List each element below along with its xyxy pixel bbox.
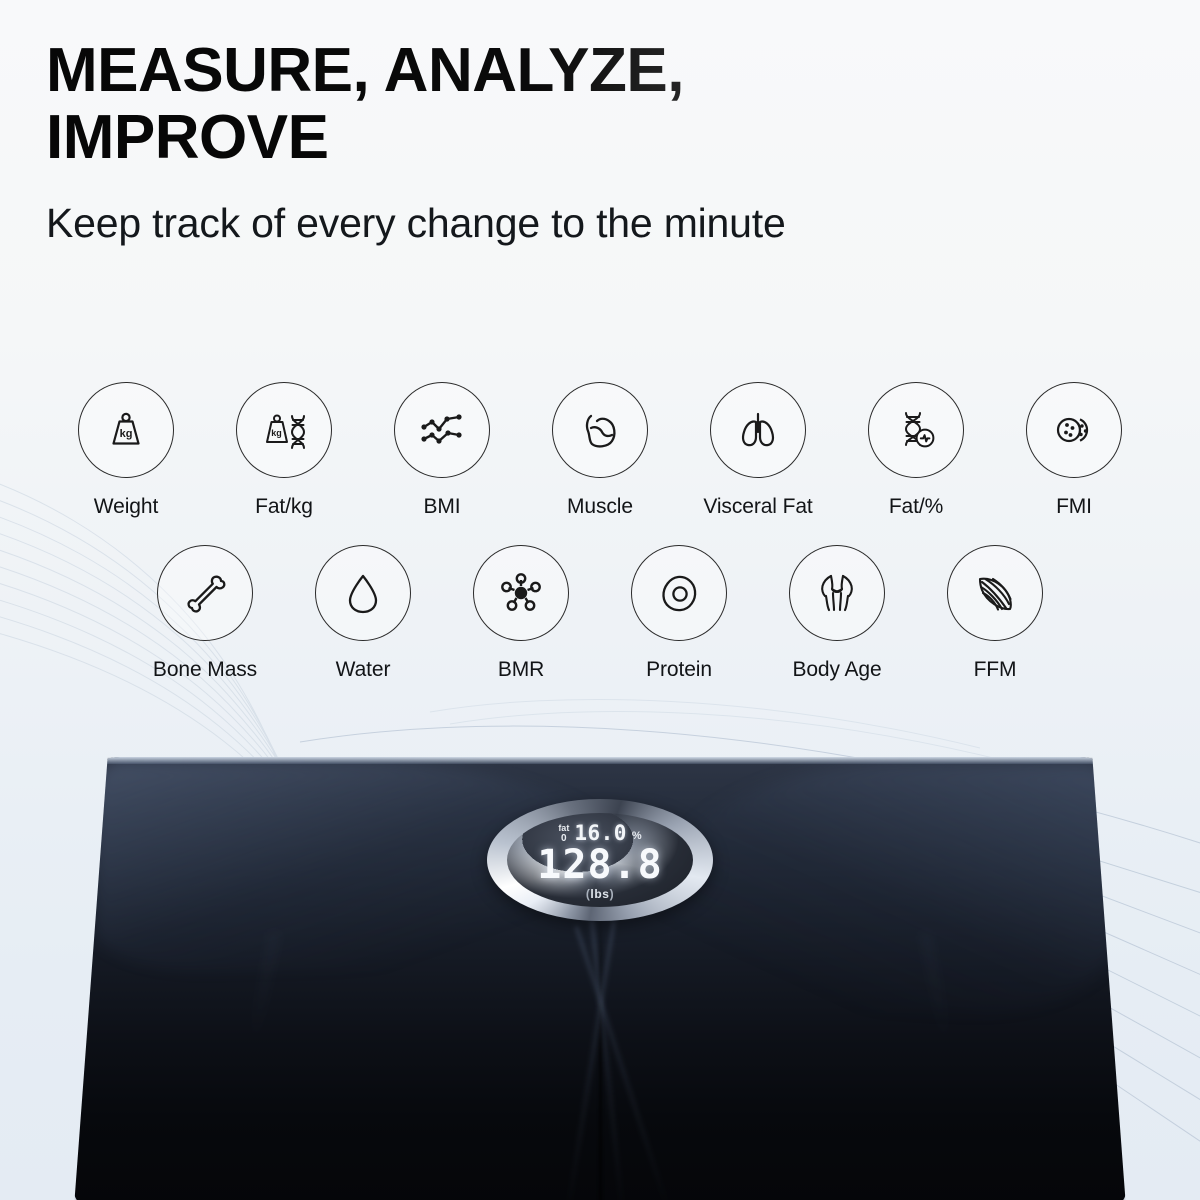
feature-icon-circle: kg [236,382,332,478]
feature-label: Bone Mass [152,658,258,681]
scale-gloss-right [652,763,1116,1013]
feature-label: Fat/kg [255,495,313,518]
feature-icon-circle [947,545,1043,641]
lcd-fat-row: fat 0 16.0 % [558,823,641,844]
feature-label: FMI [1056,495,1092,518]
lcd-fat-label-block: fat 0 [558,824,569,844]
feature-label: BMR [497,658,545,681]
flexed-bicep-icon [585,414,616,448]
feature-body-age: Body Age [762,545,912,682]
weight-kg-icon: kg [112,412,140,445]
feature-icon-circle [631,545,727,641]
feature-label: Visceral Fat [703,495,813,518]
display-light-ray [566,920,616,1200]
feature-water: Water [288,545,438,682]
feature-protein: Protein [604,545,754,682]
lcd-weight-unit: lbs [590,887,610,901]
feature-icon-circle: kg [78,382,174,478]
product-image: fat 0 16.0 % 128.8 (lbs) [0,735,1200,1200]
feature-weight: kg Weight [51,382,201,519]
feature-label: BMI [423,495,461,518]
headline-line-1: MEASURE, ANALYZE, [46,37,1106,105]
page-subtitle: Keep track of every change to the minute [46,199,786,246]
weight-dna-icon: kg [266,414,305,449]
svg-text:kg: kg [271,428,282,438]
feature-ffm: FFM [920,545,1070,682]
trend-lines-icon [421,414,462,444]
muscle-fiber-icon [978,577,1012,611]
torso-icon [821,574,853,612]
feature-label: Muscle [567,495,633,518]
lcd-weight-value: 128.8 [537,842,663,888]
feature-icon-circle [473,545,569,641]
feature-icon-circle [868,382,964,478]
feature-visceral-fat: Visceral Fat [683,382,833,519]
feature-label: Fat/% [888,495,944,518]
dna-pulse-icon [905,412,935,448]
lcd-fat-value: 16.0 [574,821,627,845]
feature-icon-circle [789,545,885,641]
product-marketing-banner: MEASURE, ANALYZE, IMPROVE Keep track of … [0,0,1200,1200]
feature-icon-circle [315,545,411,641]
feature-row-2: Bone Mass Water BMR Protein Body Age FFM [0,545,1200,682]
feature-fat-percent: Fat/% [841,382,991,519]
feature-label: FFM [973,658,1017,681]
feature-label: Weight [93,495,159,518]
feature-icon-circle [157,545,253,641]
lungs-icon [741,412,775,447]
feature-row-1: kg Weight kg Fat/kg BMI Muscle Visceral … [0,382,1200,519]
lcd-weight-unit-row: (lbs) [586,887,614,901]
feature-bmi: BMI [367,382,517,519]
smart-scale-body: fat 0 16.0 % 128.8 (lbs) [74,757,1126,1200]
lcd-display: fat 0 16.0 % 128.8 (lbs) [507,813,693,907]
header-block: MEASURE, ANALYZE, IMPROVE Keep track of … [46,37,1106,247]
lcd-fat-label: fat [558,823,570,833]
lcd-fat-unit: % [631,830,642,842]
svg-text:kg: kg [120,428,133,440]
feature-grid: kg Weight kg Fat/kg BMI Muscle Visceral … [0,382,1200,682]
feature-fat-kg: kg Fat/kg [209,382,359,519]
feature-icon-circle [710,382,806,478]
water-drop-icon [348,574,378,614]
headline-line-2: IMPROVE [46,102,329,172]
feature-icon-circle [552,382,648,478]
feature-label: Water [335,658,391,681]
scale-center-seam [599,907,602,1200]
display-bezel-ring: fat 0 16.0 % 128.8 (lbs) [487,799,713,921]
page-title: MEASURE, ANALYZE, IMPROVE [46,37,1106,172]
feature-label: Protein [646,658,712,681]
feature-fmi: FMI [999,382,1149,519]
bone-icon [187,575,226,613]
feature-muscle: Muscle [525,382,675,519]
protein-cell-icon [662,575,697,612]
feature-bone-mass: Bone Mass [130,545,280,682]
lcd-unit-bracket-close: ) [609,887,615,901]
fat-cells-icon [1056,417,1089,443]
molecule-icon [501,573,541,611]
feature-icon-circle [394,382,490,478]
feature-label: Body Age [792,658,882,681]
feature-icon-circle [1026,382,1122,478]
feature-bmr: BMR [446,545,596,682]
